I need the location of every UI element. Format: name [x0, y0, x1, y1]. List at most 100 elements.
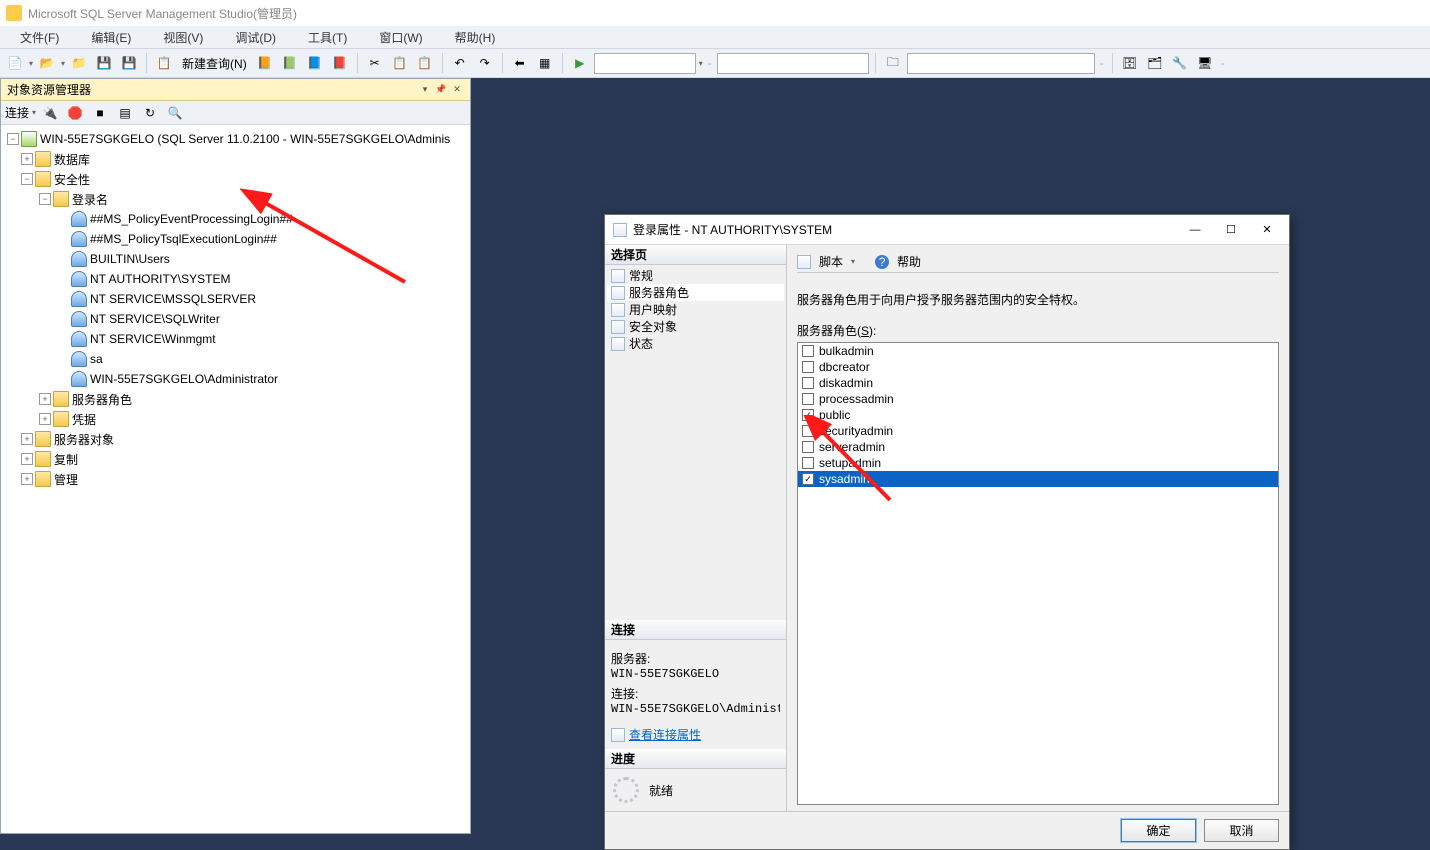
- search-icon[interactable]: 🔍: [164, 102, 186, 124]
- go-button[interactable]: ▦: [534, 52, 556, 74]
- tree-login-item[interactable]: NT SERVICE\SQLWriter: [3, 309, 468, 329]
- expand-icon[interactable]: +: [39, 413, 51, 425]
- tree-server-roles[interactable]: +服务器角色: [3, 389, 468, 409]
- tree-server-objects[interactable]: +服务器对象: [3, 429, 468, 449]
- new-query-button[interactable]: 新建查询(N): [178, 55, 251, 72]
- open-file-button[interactable]: 📁: [68, 52, 90, 74]
- checkbox[interactable]: [802, 441, 814, 453]
- server-role-item[interactable]: bulkadmin: [798, 343, 1278, 359]
- collapse-icon[interactable]: −: [39, 193, 51, 205]
- checkbox[interactable]: ✓: [802, 473, 814, 485]
- connect-icon[interactable]: 🔌: [39, 102, 61, 124]
- cut-button[interactable]: ✂: [364, 52, 386, 74]
- db-engine-query-button[interactable]: 📙: [254, 52, 276, 74]
- mdx-query-button[interactable]: 📗: [279, 52, 301, 74]
- checkbox[interactable]: ✓: [802, 409, 814, 421]
- redo-button[interactable]: ↷: [474, 52, 496, 74]
- stop-icon[interactable]: ■: [89, 102, 111, 124]
- checkbox[interactable]: [802, 457, 814, 469]
- server-role-item[interactable]: ✓sysadmin: [798, 471, 1278, 487]
- checkbox[interactable]: [802, 393, 814, 405]
- disconnect-icon[interactable]: 🛑: [64, 102, 86, 124]
- checkbox[interactable]: [802, 345, 814, 357]
- tree-login-item[interactable]: ##MS_PolicyTsqlExecutionLogin##: [3, 229, 468, 249]
- minimize-button[interactable]: —: [1181, 220, 1209, 240]
- dialog-nav-item[interactable]: 状态: [607, 335, 784, 352]
- paste-button[interactable]: 📋: [414, 52, 436, 74]
- new-query-icon[interactable]: 📋: [153, 52, 175, 74]
- save-button[interactable]: 💾: [93, 52, 115, 74]
- find-combo[interactable]: [907, 53, 1095, 74]
- tree-management[interactable]: +管理: [3, 469, 468, 489]
- script-button[interactable]: 脚本: [819, 253, 843, 270]
- connect-button[interactable]: 连接: [5, 104, 29, 121]
- menu-debug[interactable]: 调试(D): [219, 26, 292, 49]
- object-explorer-button[interactable]: 🗂: [1144, 52, 1166, 74]
- new-project-button[interactable]: 📄: [4, 52, 26, 74]
- expand-icon[interactable]: +: [21, 453, 33, 465]
- server-role-item[interactable]: securityadmin: [798, 423, 1278, 439]
- dialog-nav-item[interactable]: 服务器角色: [607, 284, 784, 301]
- debug-target-select[interactable]: [594, 53, 696, 74]
- tree-root[interactable]: −WIN-55E7SGKGELO (SQL Server 11.0.2100 -…: [3, 129, 468, 149]
- nav-back-button[interactable]: ⬅: [509, 52, 531, 74]
- refresh-icon[interactable]: ↻: [139, 102, 161, 124]
- expand-icon[interactable]: +: [39, 393, 51, 405]
- expand-icon[interactable]: +: [21, 153, 33, 165]
- database-select[interactable]: [717, 53, 869, 74]
- expand-icon[interactable]: +: [21, 473, 33, 485]
- maximize-button[interactable]: ☐: [1217, 220, 1245, 240]
- menu-view[interactable]: 视图(V): [147, 26, 219, 49]
- tree-login-item[interactable]: WIN-55E7SGKGELO\Administrator: [3, 369, 468, 389]
- checkbox[interactable]: [802, 425, 814, 437]
- filter-icon[interactable]: ▤: [114, 102, 136, 124]
- tree-security[interactable]: −安全性: [3, 169, 468, 189]
- xmla-query-button[interactable]: 📕: [329, 52, 351, 74]
- server-roles-list[interactable]: bulkadmindbcreatordiskadminprocessadmin✓…: [797, 342, 1279, 805]
- tree-login-item[interactable]: ##MS_PolicyEventProcessingLogin##: [3, 209, 468, 229]
- template-browser-button[interactable]: 🔧: [1169, 52, 1191, 74]
- tree-login-item[interactable]: NT SERVICE\Winmgmt: [3, 329, 468, 349]
- dialog-nav-item[interactable]: 常规: [607, 267, 784, 284]
- expand-icon[interactable]: +: [21, 433, 33, 445]
- tree-login-item[interactable]: sa: [3, 349, 468, 369]
- panel-pin-icon[interactable]: 📌: [434, 83, 448, 97]
- tree-login-item[interactable]: NT SERVICE\MSSQLSERVER: [3, 289, 468, 309]
- tree-databases[interactable]: +数据库: [3, 149, 468, 169]
- close-button[interactable]: ✕: [1253, 220, 1281, 240]
- tree-replication[interactable]: +复制: [3, 449, 468, 469]
- collapse-icon[interactable]: −: [7, 133, 19, 145]
- menu-window[interactable]: 窗口(W): [363, 26, 438, 49]
- menu-help[interactable]: 帮助(H): [439, 26, 512, 49]
- properties-window-button[interactable]: 🖥: [1194, 52, 1216, 74]
- cancel-button[interactable]: 取消: [1204, 819, 1279, 842]
- dialog-titlebar[interactable]: 登录属性 - NT AUTHORITY\SYSTEM — ☐ ✕: [605, 215, 1289, 245]
- panel-dropdown-icon[interactable]: ▾: [418, 83, 432, 97]
- server-role-item[interactable]: serveradmin: [798, 439, 1278, 455]
- server-role-item[interactable]: setupadmin: [798, 455, 1278, 471]
- server-role-item[interactable]: diskadmin: [798, 375, 1278, 391]
- save-all-button[interactable]: 💾: [118, 52, 140, 74]
- panel-close-icon[interactable]: ✕: [450, 83, 464, 97]
- registered-servers-button[interactable]: 🗄: [1119, 52, 1141, 74]
- dmx-query-button[interactable]: 📘: [304, 52, 326, 74]
- help-button[interactable]: 帮助: [897, 253, 921, 270]
- dialog-nav-item[interactable]: 安全对象: [607, 318, 784, 335]
- dialog-nav-item[interactable]: 用户映射: [607, 301, 784, 318]
- tree-login-item[interactable]: BUILTIN\Users: [3, 249, 468, 269]
- tree-credentials[interactable]: +凭据: [3, 409, 468, 429]
- server-role-item[interactable]: dbcreator: [798, 359, 1278, 375]
- execute-button[interactable]: ▶: [569, 52, 591, 74]
- add-button[interactable]: 📂: [36, 52, 58, 74]
- view-connection-properties-link[interactable]: 查看连接属性: [629, 726, 701, 743]
- server-role-item[interactable]: ✓public: [798, 407, 1278, 423]
- copy-button[interactable]: 📋: [389, 52, 411, 74]
- activity-monitor-button[interactable]: 🗀: [882, 52, 904, 74]
- tree-login-item[interactable]: NT AUTHORITY\SYSTEM: [3, 269, 468, 289]
- menu-tools[interactable]: 工具(T): [292, 26, 363, 49]
- collapse-icon[interactable]: −: [21, 173, 33, 185]
- menu-file[interactable]: 文件(F): [4, 26, 75, 49]
- menu-edit[interactable]: 编辑(E): [75, 26, 147, 49]
- tree-logins[interactable]: −登录名: [3, 189, 468, 209]
- checkbox[interactable]: [802, 361, 814, 373]
